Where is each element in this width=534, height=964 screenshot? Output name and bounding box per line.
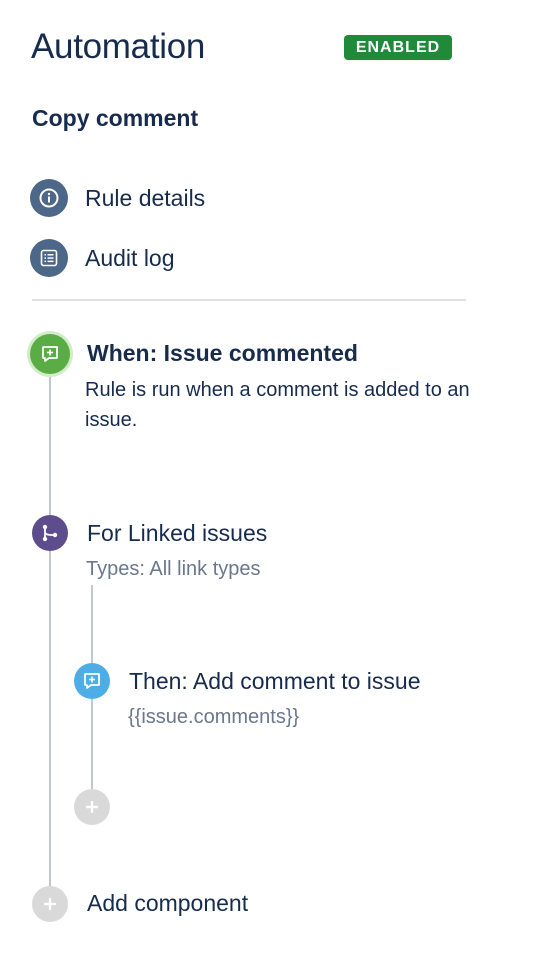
comment-add-icon	[42, 346, 58, 362]
branch-icon	[42, 524, 58, 542]
comment-add-icon	[84, 673, 100, 689]
add-branch-component-button[interactable]	[74, 789, 110, 825]
main-connector-line	[49, 354, 51, 904]
action-subtitle: {{issue.comments}}	[128, 706, 300, 728]
page-title: Automation	[31, 27, 206, 66]
nav-audit-log[interactable]: Audit log	[30, 239, 330, 277]
divider	[32, 299, 466, 301]
trigger-title[interactable]: When: Issue commented	[87, 336, 358, 370]
action-title[interactable]: Then: Add comment to issue	[129, 664, 421, 698]
branch-title[interactable]: For Linked issues	[87, 516, 267, 550]
status-badge: ENABLED	[344, 35, 452, 60]
add-component-label[interactable]: Add component	[87, 886, 248, 920]
info-icon	[30, 179, 68, 217]
rule-name: Copy comment	[32, 105, 199, 131]
list-icon	[30, 239, 68, 277]
nav-rule-details[interactable]: Rule details	[30, 179, 330, 217]
trigger-description: Rule is run when a comment is added to a…	[85, 379, 470, 431]
plus-icon	[86, 801, 98, 813]
plus-icon	[44, 898, 56, 910]
add-component-button[interactable]	[32, 886, 68, 922]
action-node[interactable]	[74, 663, 110, 699]
branch-subtitle: Types: All link types	[86, 558, 261, 580]
branch-node[interactable]	[32, 515, 68, 551]
nav-rule-details-label: Rule details	[85, 185, 206, 211]
nav-audit-log-label: Audit log	[85, 245, 175, 271]
trigger-node[interactable]	[30, 334, 70, 374]
